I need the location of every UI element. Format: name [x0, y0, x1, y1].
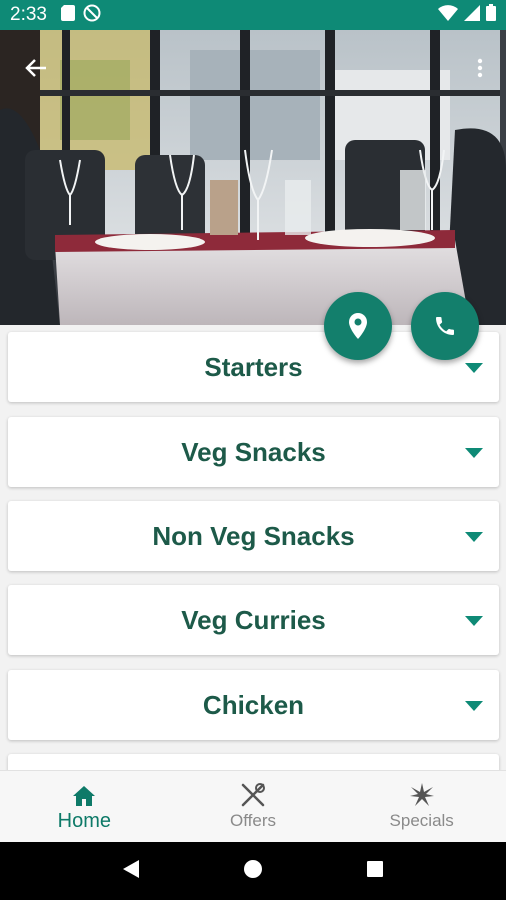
arrow-back-icon: [25, 59, 46, 77]
nav-item-specials[interactable]: Specials: [337, 771, 506, 842]
nav-item-offers[interactable]: Offers: [169, 771, 338, 842]
expand-arrow-icon: [465, 532, 483, 542]
home-circle-icon[interactable]: [243, 859, 263, 884]
overflow-menu-button[interactable]: [468, 50, 492, 86]
do-not-disturb-icon: [83, 4, 101, 27]
bottom-navigation: Home Offers Specials: [0, 770, 506, 842]
starburst-icon: [409, 782, 435, 808]
fork-knife-icon: [240, 782, 266, 808]
sd-card-icon: [60, 4, 75, 26]
system-navigation-bar: [0, 842, 506, 900]
category-card[interactable]: [8, 754, 499, 770]
category-label: Veg Snacks: [181, 436, 326, 467]
expand-arrow-icon: [465, 701, 483, 711]
back-triangle-icon[interactable]: [122, 859, 140, 884]
restaurant-hero-image: [0, 30, 506, 325]
battery-icon: [486, 4, 496, 26]
more-vert-icon: [477, 58, 483, 78]
call-button[interactable]: [411, 292, 479, 360]
location-pin-icon: [349, 313, 367, 339]
category-label: Starters: [204, 351, 303, 382]
expand-arrow-icon: [465, 616, 483, 626]
restaurant-photo: [0, 30, 506, 325]
back-button[interactable]: [18, 50, 54, 86]
category-label: Veg Curries: [181, 604, 326, 635]
category-label: Chicken: [202, 689, 305, 720]
category-card[interactable]: Non Veg Snacks: [8, 501, 499, 571]
category-card[interactable]: Chicken: [8, 670, 499, 740]
category-card[interactable]: Veg Snacks: [8, 417, 499, 487]
status-bar: 2:33: [0, 0, 506, 30]
location-button[interactable]: [324, 292, 392, 360]
category-card[interactable]: Veg Curries: [8, 585, 499, 655]
expand-arrow-icon: [465, 363, 483, 373]
category-label: Non Veg Snacks: [152, 520, 355, 551]
nav-label-offers: Offers: [230, 811, 276, 830]
status-time: 2:33: [10, 4, 47, 25]
expand-arrow-icon: [465, 448, 483, 458]
wifi-icon: [438, 4, 458, 26]
nav-item-home[interactable]: Home: [0, 771, 169, 842]
menu-category-list[interactable]: Starters Veg Snacks Non Veg Snacks Veg C…: [0, 325, 506, 770]
recents-square-icon[interactable]: [366, 860, 384, 883]
phone-icon: [436, 317, 454, 335]
signal-icon: [464, 4, 480, 26]
home-icon: [72, 781, 96, 807]
nav-label-specials: Specials: [389, 811, 454, 830]
nav-label-home: Home: [57, 809, 112, 832]
